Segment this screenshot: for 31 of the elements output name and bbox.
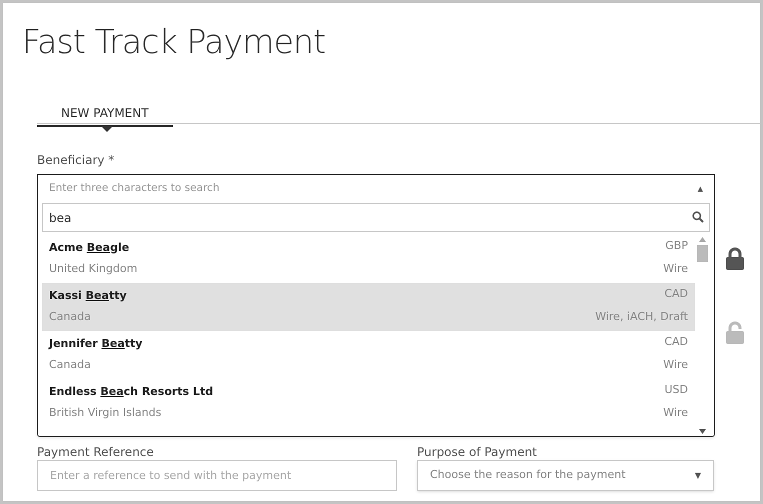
payment-methods: Wire, iACH, Draft — [595, 309, 688, 326]
field-label: Purpose of Payment — [417, 444, 538, 460]
purpose-select[interactable]: Choose the reason for the payment ▼ — [417, 460, 714, 491]
country-text: British Virgin Islands — [49, 405, 162, 422]
field-label: Beneficiary * — [37, 152, 114, 169]
currency-code: GBP — [664, 238, 688, 254]
tab-pointer-icon — [100, 125, 114, 132]
beneficiary-name: Endless Beach Resorts Ltd — [49, 384, 214, 400]
tab[interactable]: NEW PAYMENT — [37, 102, 173, 126]
payment-methods: Wire — [663, 357, 688, 374]
currency-code: USD — [663, 382, 688, 398]
search-icon — [692, 211, 704, 223]
search-field[interactable]: bea — [42, 203, 710, 232]
beneficiary-dropdown[interactable] — [37, 174, 715, 437]
currency-code: CAD — [663, 334, 688, 350]
page-title: Fast Track Payment — [22, 21, 326, 63]
placeholder-text: Enter three characters to search — [49, 181, 220, 196]
beneficiary-name: Acme Beagle — [49, 240, 130, 256]
field-label: Payment Reference — [37, 444, 155, 460]
reference-field[interactable]: Enter a reference to send with the payment — [37, 460, 397, 491]
payment-methods: Wire — [663, 405, 688, 422]
country-text: Canada — [49, 309, 92, 326]
scroll-down-icon[interactable] — [698, 427, 707, 436]
currency-code: CAD — [663, 286, 688, 302]
scrollbar-thumb[interactable] — [697, 245, 708, 262]
beneficiary-name: Jennifer Beatty — [49, 336, 144, 352]
country-text: United Kingdom — [49, 261, 138, 278]
beneficiary-option[interactable]: Kassi Beatty CAD Canada Wire, iACH, Draft — [42, 283, 695, 331]
payment-methods: Wire — [663, 261, 688, 278]
beneficiary-name: Kassi Beatty — [49, 288, 128, 304]
country-text: Canada — [49, 357, 92, 374]
